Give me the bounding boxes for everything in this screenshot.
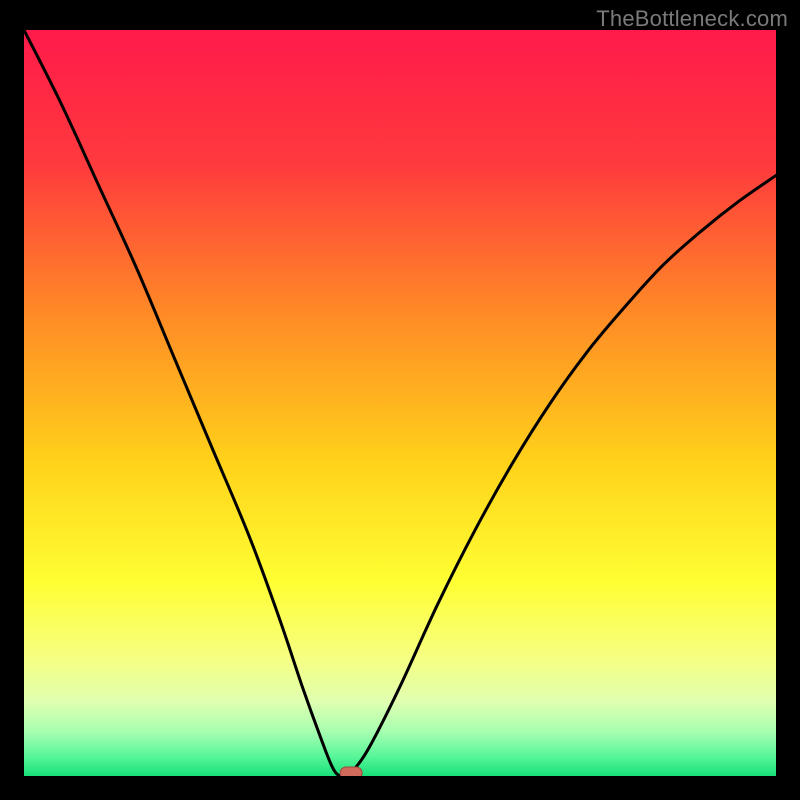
chart-svg bbox=[24, 30, 776, 776]
plot-area bbox=[24, 30, 776, 776]
gradient-background bbox=[24, 30, 776, 776]
optimum-marker bbox=[340, 767, 362, 776]
watermark-text: TheBottleneck.com bbox=[596, 6, 788, 32]
chart-frame: TheBottleneck.com bbox=[0, 0, 800, 800]
